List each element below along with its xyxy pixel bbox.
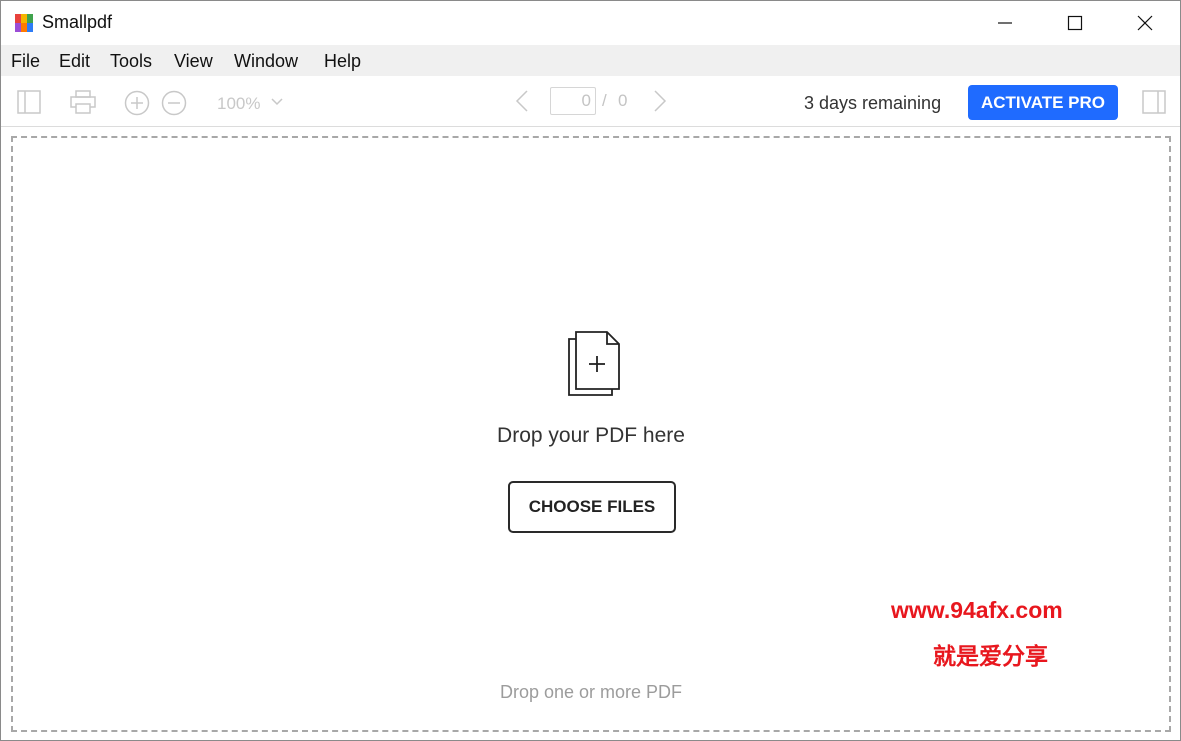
print-icon[interactable] bbox=[70, 90, 96, 114]
drop-hint: Drop one or more PDF bbox=[499, 682, 683, 702]
minimize-button[interactable] bbox=[970, 1, 1040, 45]
maximize-icon bbox=[1067, 15, 1083, 31]
menu-bar: File Edit Tools View Window Help bbox=[1, 45, 1180, 76]
menu-edit[interactable]: Edit bbox=[59, 51, 90, 72]
choose-files-button[interactable]: CHOOSE FILES bbox=[508, 481, 676, 533]
watermark-tagline: 就是爱分享 bbox=[933, 643, 1048, 669]
minimize-icon bbox=[998, 22, 1012, 24]
smallpdf-logo-icon bbox=[15, 14, 33, 32]
menu-tools[interactable]: Tools bbox=[110, 51, 152, 72]
menu-file[interactable]: File bbox=[11, 51, 40, 72]
window-title: Smallpdf bbox=[42, 12, 113, 32]
zoom-level-select[interactable]: 100% bbox=[217, 94, 260, 114]
page-total: 0 bbox=[618, 91, 628, 110]
toolbar: 100% 0 / 0 3 days remaining ACTIVATE PRO bbox=[1, 76, 1180, 127]
maximize-button[interactable] bbox=[1040, 1, 1110, 45]
page-number-input[interactable]: 0 bbox=[550, 87, 596, 115]
close-icon bbox=[1137, 15, 1153, 31]
menu-window[interactable]: Window bbox=[234, 51, 298, 72]
page-separator: / bbox=[602, 91, 607, 110]
title-bar: Smallpdf bbox=[1, 1, 1180, 45]
close-button[interactable] bbox=[1110, 1, 1180, 45]
zoom-out-icon[interactable] bbox=[161, 90, 187, 116]
activate-pro-button[interactable]: ACTIVATE PRO bbox=[968, 85, 1118, 120]
zoom-in-icon[interactable] bbox=[124, 90, 150, 116]
menu-view[interactable]: View bbox=[174, 51, 213, 72]
previous-page-icon[interactable] bbox=[515, 90, 529, 112]
menu-help[interactable]: Help bbox=[324, 51, 361, 72]
chevron-down-icon[interactable] bbox=[271, 98, 283, 106]
watermark-url: www.94afx.com bbox=[891, 597, 1063, 623]
drop-title: Drop your PDF here bbox=[497, 424, 685, 447]
app-window: Smallpdf File Edit Tools View Window Hel… bbox=[0, 0, 1181, 741]
add-document-icon bbox=[568, 331, 620, 396]
trial-remaining-text: 3 days remaining bbox=[804, 93, 942, 113]
sidebar-toggle-icon[interactable] bbox=[17, 90, 41, 114]
pdf-drop-zone[interactable]: Drop your PDF here CHOOSE FILES Drop one… bbox=[11, 136, 1171, 732]
next-page-icon[interactable] bbox=[653, 90, 667, 112]
right-panel-toggle-icon[interactable] bbox=[1142, 90, 1166, 114]
